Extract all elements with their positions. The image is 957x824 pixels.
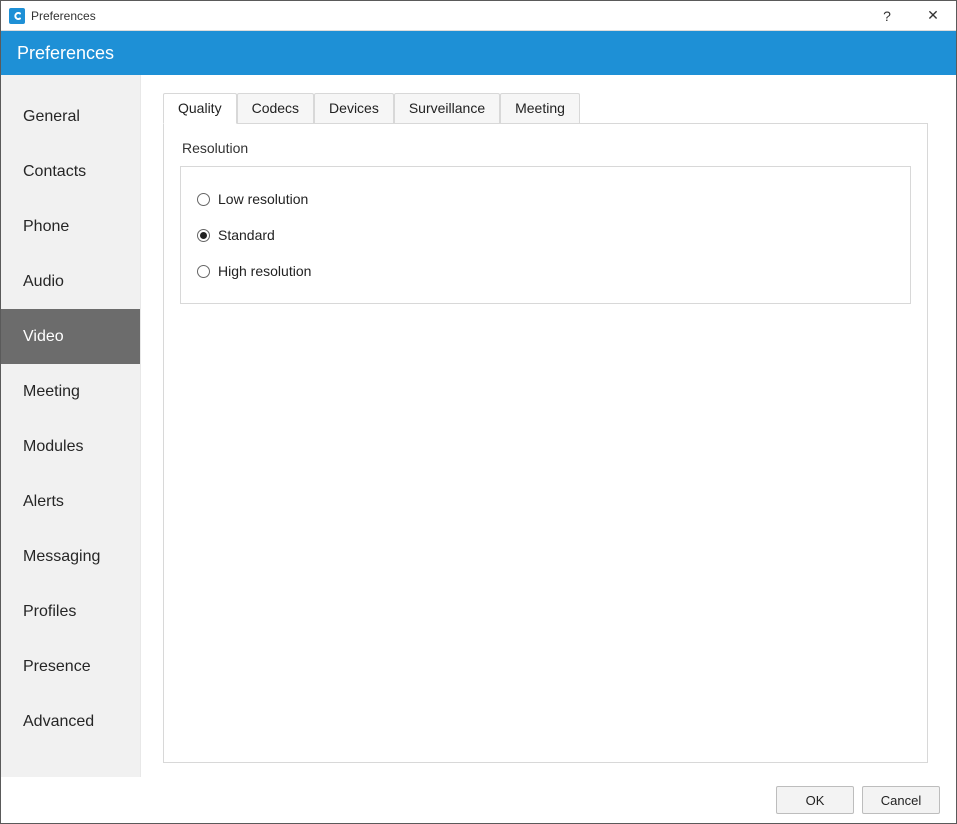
sidebar-item-label: Audio	[23, 273, 64, 291]
tab-panel-quality: Resolution Low resolution Standard High …	[163, 123, 928, 763]
sidebar-item-label: Advanced	[23, 713, 94, 731]
cancel-button[interactable]: Cancel	[862, 786, 940, 814]
sidebar-item-general[interactable]: General	[1, 89, 140, 144]
sidebar-item-meeting[interactable]: Meeting	[1, 364, 140, 419]
radio-label: Standard	[218, 227, 275, 243]
radio-label: Low resolution	[218, 191, 308, 207]
radio-low-resolution[interactable]: Low resolution	[195, 181, 896, 217]
page-title-banner: Preferences	[1, 31, 956, 75]
tab-quality[interactable]: Quality	[163, 93, 237, 124]
titlebar: Preferences ? ✕	[1, 1, 956, 31]
sidebar-item-label: Meeting	[23, 383, 80, 401]
sidebar-item-messaging[interactable]: Messaging	[1, 529, 140, 584]
tab-label: Devices	[329, 100, 379, 116]
radio-icon	[197, 193, 210, 206]
sidebar-item-label: Alerts	[23, 493, 64, 511]
tab-meeting[interactable]: Meeting	[500, 93, 580, 123]
sidebar-item-label: Modules	[23, 438, 83, 456]
preferences-window: Preferences ? ✕ Preferences General Cont…	[0, 0, 957, 824]
sidebar-item-modules[interactable]: Modules	[1, 419, 140, 474]
sidebar-item-audio[interactable]: Audio	[1, 254, 140, 309]
tab-label: Meeting	[515, 100, 565, 116]
sidebar-item-label: Profiles	[23, 603, 76, 621]
sidebar-item-video[interactable]: Video	[1, 309, 140, 364]
ok-button[interactable]: OK	[776, 786, 854, 814]
sidebar-item-label: Messaging	[23, 548, 100, 566]
tab-devices[interactable]: Devices	[314, 93, 394, 123]
sidebar-item-label: General	[23, 108, 80, 126]
window-controls: ? ✕	[864, 1, 956, 30]
sidebar-item-label: Phone	[23, 218, 69, 236]
radio-high-resolution[interactable]: High resolution	[195, 253, 896, 289]
button-label: OK	[806, 793, 825, 808]
content-area: Quality Codecs Devices Surveillance Meet…	[141, 75, 956, 777]
close-button[interactable]: ✕	[910, 1, 956, 30]
radio-icon	[197, 229, 210, 242]
tabs: Quality Codecs Devices Surveillance Meet…	[163, 93, 928, 123]
tab-label: Surveillance	[409, 100, 485, 116]
sidebar-item-label: Contacts	[23, 163, 86, 181]
sidebar-item-advanced[interactable]: Advanced	[1, 694, 140, 749]
tab-codecs[interactable]: Codecs	[237, 93, 314, 123]
sidebar-item-label: Video	[23, 328, 64, 346]
tab-surveillance[interactable]: Surveillance	[394, 93, 500, 123]
app-icon	[9, 8, 25, 24]
sidebar-item-presence[interactable]: Presence	[1, 639, 140, 694]
radio-icon	[197, 265, 210, 278]
radio-standard[interactable]: Standard	[195, 217, 896, 253]
button-label: Cancel	[881, 793, 921, 808]
sidebar-item-alerts[interactable]: Alerts	[1, 474, 140, 529]
footer: OK Cancel	[1, 777, 956, 823]
body: General Contacts Phone Audio Video Meeti…	[1, 75, 956, 777]
sidebar-item-contacts[interactable]: Contacts	[1, 144, 140, 199]
sidebar-item-profiles[interactable]: Profiles	[1, 584, 140, 639]
radio-label: High resolution	[218, 263, 311, 279]
tab-label: Codecs	[252, 100, 299, 116]
window-title: Preferences	[31, 9, 96, 23]
sidebar: General Contacts Phone Audio Video Meeti…	[1, 75, 141, 777]
sidebar-item-phone[interactable]: Phone	[1, 199, 140, 254]
page-title: Preferences	[17, 43, 114, 64]
resolution-fieldset: Low resolution Standard High resolution	[180, 166, 911, 304]
sidebar-item-label: Presence	[23, 658, 91, 676]
help-button[interactable]: ?	[864, 1, 910, 30]
resolution-legend: Resolution	[182, 140, 911, 156]
tab-label: Quality	[178, 100, 222, 116]
